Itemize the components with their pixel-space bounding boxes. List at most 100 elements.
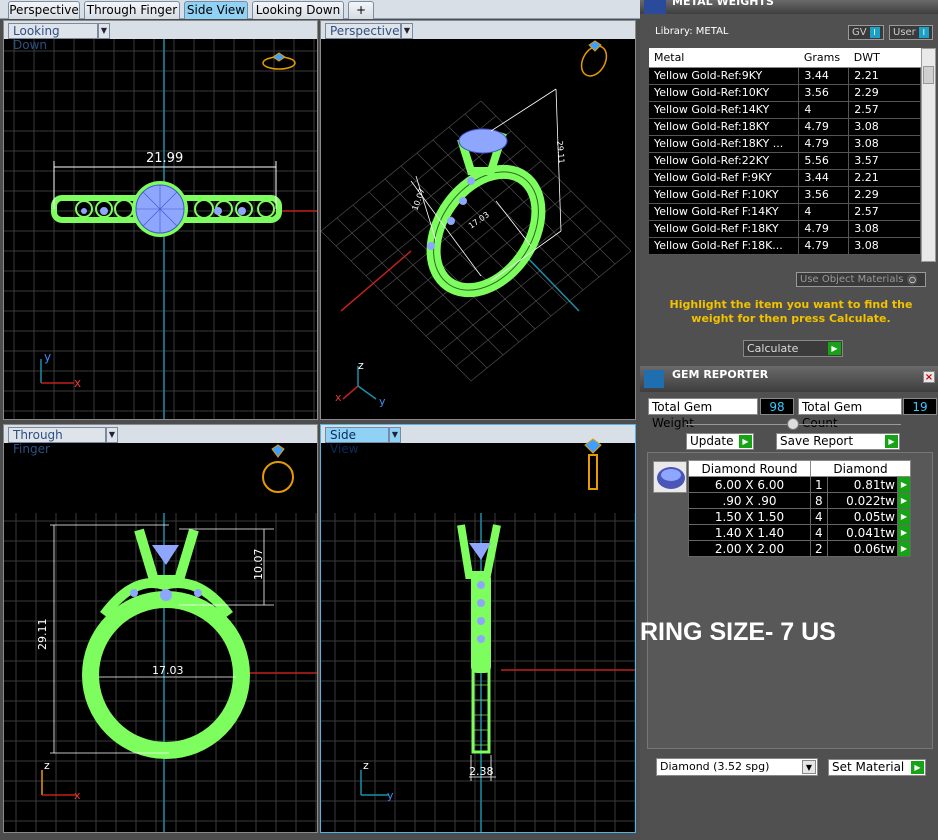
gem-reporter-header: GEM REPORTER × xyxy=(640,366,938,392)
gv-toggle-icon: I xyxy=(869,26,880,38)
grams-cell: 3.56 xyxy=(798,186,850,204)
gem-table-body: 6.00 X 6.00 1 0.81tw ▶ .90 X .90 8 0.022tw ▶ 1.5… xyxy=(688,476,911,557)
metal-row[interactable]: Yellow Gold-Ref:14KY 4 2.57 xyxy=(649,101,921,119)
through-finger-axis-z: z xyxy=(44,759,50,772)
material-select[interactable]: Diamond (3.52 spg) ▼ xyxy=(656,758,818,776)
diamond-thumbnail[interactable] xyxy=(653,461,687,493)
side-view-dropdown[interactable]: ▼ xyxy=(389,427,401,443)
metal-row[interactable]: Yellow Gold-Ref:18KY ... 4.79 3.08 xyxy=(649,135,921,153)
gem-row-go-button[interactable]: ▶ xyxy=(897,508,911,525)
ring-size-text: RING SIZE- 7 US xyxy=(640,618,836,646)
scrollbar-thumb[interactable] xyxy=(923,66,934,84)
through-finger-axis-x: x xyxy=(74,789,81,802)
gem-row-go-button[interactable]: ▶ xyxy=(897,540,911,557)
grams-cell: 5.56 xyxy=(798,152,850,170)
metal-name-cell: Yellow Gold-Ref F:10KY xyxy=(649,186,800,204)
gem-row[interactable]: .90 X .90 8 0.022tw ▶ xyxy=(688,492,911,509)
through-finger-height-dim: 29.11 xyxy=(36,619,49,651)
gv-toggle[interactable]: GV I xyxy=(848,25,884,40)
through-finger-view-label[interactable]: Through Finger xyxy=(8,427,106,456)
through-finger-view-dropdown[interactable]: ▼ xyxy=(106,427,118,443)
tab-perspective[interactable]: Perspective xyxy=(8,1,80,19)
side-view-label[interactable]: Side View xyxy=(325,427,389,456)
looking-down-view-label[interactable]: Looking Down xyxy=(8,23,98,52)
metal-table: Metal Grams DWT Yellow Gold-Ref:9KY 3.44 2… xyxy=(649,48,921,255)
col-dwt[interactable]: DWT xyxy=(848,48,921,68)
gem-weight-cell: 0.041tw xyxy=(826,524,899,541)
save-report-button[interactable]: Save Report ▶ xyxy=(776,433,900,450)
gem-size-cell: .90 X .90 xyxy=(688,492,811,509)
metal-row[interactable]: Yellow Gold-Ref:22KY 5.56 3.57 xyxy=(649,152,921,170)
perspective-axis-z: z xyxy=(358,359,364,372)
metal-row[interactable]: Yellow Gold-Ref F:9KY 3.44 2.21 xyxy=(649,169,921,187)
total-gem-weight-label: Total Gem Weight xyxy=(648,398,758,430)
perspective-axis-y: y xyxy=(379,395,386,408)
side-view-canvas: 2.38 z y xyxy=(321,438,635,832)
side-view-axis-y: y xyxy=(387,789,394,802)
metal-table-scrollbar[interactable] xyxy=(921,48,936,262)
use-object-materials-toggle[interactable]: Use Object Materials ○ xyxy=(796,272,926,287)
looking-down-view-dropdown[interactable]: ▼ xyxy=(98,23,110,39)
gem-count-cell: 4 xyxy=(810,508,828,525)
gem-row[interactable]: 1.50 X 1.50 4 0.05tw ▶ xyxy=(688,508,911,525)
metal-row[interactable]: Yellow Gold-Ref F:10KY 3.56 2.29 xyxy=(649,186,921,204)
metal-row[interactable]: Yellow Gold-Ref F:18K... 4.79 3.08 xyxy=(649,237,921,255)
col-metal[interactable]: Metal xyxy=(649,48,799,68)
gem-reporter-icon xyxy=(644,370,664,388)
viewport-side-view[interactable]: 2.38 z y Side View ▼ xyxy=(320,424,636,833)
gem-count-cell: 1 xyxy=(810,476,828,493)
metal-name-cell: Yellow Gold-Ref:22KY xyxy=(649,152,800,170)
dwt-cell: 3.08 xyxy=(848,237,921,255)
total-gem-weight-value: 98 xyxy=(760,398,794,415)
calculate-button[interactable]: Calculate ▶ xyxy=(743,340,843,357)
gem-row[interactable]: 1.40 X 1.40 4 0.041tw ▶ xyxy=(688,524,911,541)
metal-row[interactable]: Yellow Gold-Ref:10KY 3.56 2.29 xyxy=(649,84,921,102)
metal-row[interactable]: Yellow Gold-Ref:9KY 3.44 2.21 xyxy=(649,67,921,85)
add-tab-button[interactable]: + xyxy=(348,1,374,19)
col-grams[interactable]: Grams xyxy=(798,48,849,68)
user-toggle[interactable]: User I xyxy=(889,25,933,40)
viewport-through-finger[interactable]: 29.11 10.07 17.03 z x Through Finger ▼ xyxy=(3,424,318,833)
axis-x-label: x xyxy=(74,376,81,390)
metal-row[interactable]: Yellow Gold-Ref:18KY 4.79 3.08 xyxy=(649,118,921,136)
tab-side-view[interactable]: Side View xyxy=(184,1,248,19)
gem-row[interactable]: 6.00 X 6.00 1 0.81tw ▶ xyxy=(688,476,911,493)
grams-cell: 3.44 xyxy=(798,67,850,85)
gem-row[interactable]: 2.00 X 2.00 2 0.06tw ▶ xyxy=(688,540,911,557)
metal-name-cell: Yellow Gold-Ref F:18K... xyxy=(649,237,800,255)
dwt-cell: 2.29 xyxy=(848,84,921,102)
set-material-button[interactable]: Set Material ▶ xyxy=(828,759,926,776)
dwt-cell: 3.08 xyxy=(848,220,921,238)
user-label: User xyxy=(893,27,916,38)
metal-row[interactable]: Yellow Gold-Ref F:14KY 4 2.57 xyxy=(649,203,921,221)
looking-down-dimension: 21.99 xyxy=(146,151,183,166)
viewport-perspective[interactable]: 10.07 17.03 29.11 z x y Perspective ▼ xyxy=(320,20,636,420)
tab-through-finger[interactable]: Through Finger xyxy=(84,1,180,19)
metal-row[interactable]: Yellow Gold-Ref F:18KY 4.79 3.08 xyxy=(649,220,921,238)
close-icon[interactable]: × xyxy=(923,371,935,383)
through-finger-width-dim: 17.03 xyxy=(152,664,184,677)
use-object-materials-label: Use Object Materials xyxy=(800,274,904,285)
dwt-cell: 2.57 xyxy=(848,101,921,119)
material-select-value: Diamond (3.52 spg) xyxy=(660,760,770,773)
play-icon: ▶ xyxy=(739,435,752,448)
side-view-axis-z: z xyxy=(363,759,369,772)
through-finger-head-dim: 10.07 xyxy=(252,549,265,581)
gem-weight-cell: 0.022tw xyxy=(826,492,899,509)
update-button[interactable]: Update ▶ xyxy=(686,433,754,450)
tab-looking-down[interactable]: Looking Down xyxy=(252,1,344,19)
metal-weights-title-text: METAL WEIGHTS xyxy=(672,0,774,8)
gem-row-go-button[interactable]: ▶ xyxy=(897,492,911,509)
perspective-view-label[interactable]: Perspective xyxy=(325,23,401,39)
gem-row-go-button[interactable]: ▶ xyxy=(897,476,911,493)
gv-label: GV xyxy=(852,27,867,38)
gem-row-go-button[interactable]: ▶ xyxy=(897,524,911,541)
gem-count-cell: 4 xyxy=(810,524,828,541)
perspective-view-dropdown[interactable]: ▼ xyxy=(401,23,413,39)
gem-size-cell: 1.50 X 1.50 xyxy=(688,508,811,525)
slider-handle[interactable] xyxy=(787,418,799,430)
grams-cell: 4.79 xyxy=(798,237,850,255)
viewport-looking-down[interactable]: 21.99 y x Looking Down ▼ xyxy=(3,20,318,420)
dwt-cell: 2.21 xyxy=(848,169,921,187)
dwt-cell: 2.57 xyxy=(848,203,921,221)
